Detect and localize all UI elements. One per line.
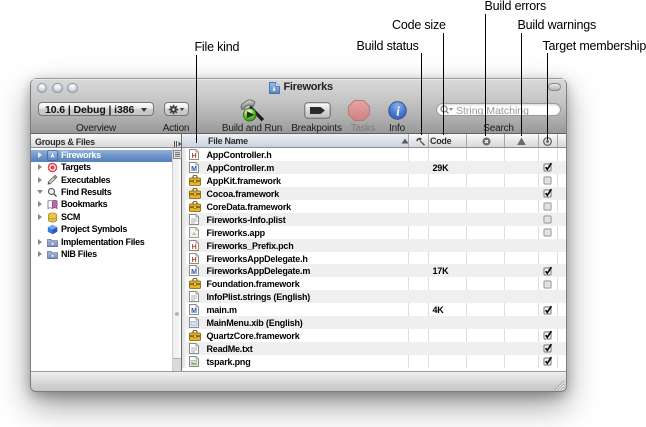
svg-text:M: M <box>191 166 197 173</box>
svg-text:H: H <box>192 153 197 160</box>
svg-text:M: M <box>191 269 197 276</box>
svg-text:M: M <box>191 308 197 315</box>
svg-text:H: H <box>192 257 197 264</box>
svg-text:i: i <box>396 104 400 119</box>
svg-text:H: H <box>192 244 197 251</box>
